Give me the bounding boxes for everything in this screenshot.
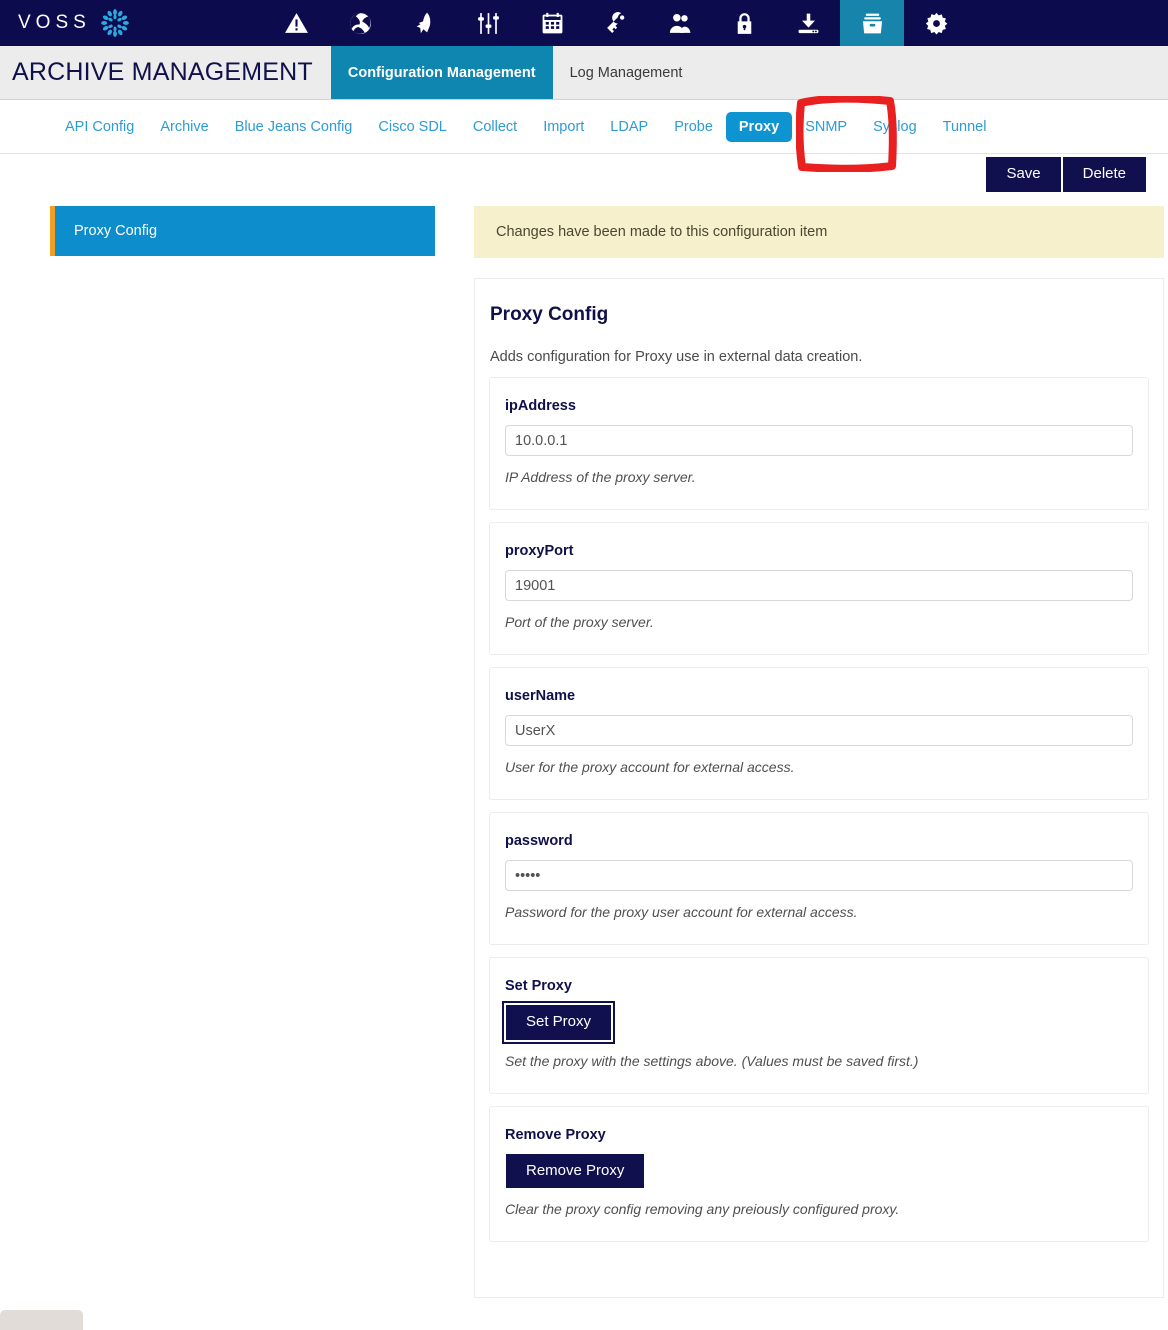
alert-message: Changes have been made to this configura…: [496, 224, 828, 240]
field-label-ipaddress: ipAddress: [505, 398, 576, 414]
subtab-collect[interactable]: Collect: [460, 112, 530, 142]
page-action-row: Save Delete: [0, 154, 1168, 196]
field-help-proxyport: Port of the proxy server.: [505, 614, 654, 630]
config-card-description: Adds configuration for Proxy use in exte…: [490, 349, 863, 365]
lock-icon[interactable]: [712, 0, 776, 46]
save-button[interactable]: Save: [986, 157, 1061, 192]
calendar-icon[interactable]: [520, 0, 584, 46]
config-subtab-bar: API Config Archive Blue Jeans Config Cis…: [0, 100, 1168, 154]
download-icon[interactable]: [776, 0, 840, 46]
main-content: Changes have been made to this configura…: [474, 206, 1164, 1298]
tab-log-management[interactable]: Log Management: [553, 46, 700, 99]
field-help-ipaddress: IP Address of the proxy server.: [505, 469, 696, 485]
subtab-cisco-sdl[interactable]: Cisco SDL: [365, 112, 460, 142]
key-icon[interactable]: [584, 0, 648, 46]
browser-download-chip[interactable]: [0, 1310, 83, 1330]
password-input[interactable]: [505, 860, 1133, 891]
globe-icon[interactable]: [328, 0, 392, 46]
set-proxy-button[interactable]: Set Proxy: [501, 1001, 616, 1044]
rocket-icon[interactable]: [392, 0, 456, 46]
archive-box-icon[interactable]: [840, 0, 904, 46]
application-title-bar: ARCHIVE MANAGEMENT Configuration Managem…: [0, 46, 1168, 100]
sidebar: Proxy Config: [0, 206, 435, 256]
nav-icon-group: [264, 0, 968, 46]
page-title: ARCHIVE MANAGEMENT: [12, 58, 313, 86]
subtab-syslog[interactable]: Syslog: [860, 112, 930, 142]
field-group-set-proxy: Set Proxy Set Proxy Set the proxy with t…: [489, 957, 1149, 1094]
subtab-snmp[interactable]: SNMP: [792, 112, 860, 142]
brand-logo[interactable]: VOSS: [18, 8, 228, 38]
ipaddress-input[interactable]: [505, 425, 1133, 456]
top-navigation-bar: VOSS: [0, 0, 1168, 46]
field-group-remove-proxy: Remove Proxy Remove Proxy Clear the prox…: [489, 1105, 1149, 1242]
field-group-proxyport: proxyPort Port of the proxy server.: [489, 522, 1149, 655]
warning-icon[interactable]: [264, 0, 328, 46]
username-input[interactable]: [505, 715, 1133, 746]
field-label-proxyport: proxyPort: [505, 543, 574, 559]
gear-icon[interactable]: [904, 0, 968, 46]
field-group-password: password Password for the proxy user acc…: [489, 812, 1149, 945]
field-group-username: userName User for the proxy account for …: [489, 667, 1149, 800]
proxyport-input[interactable]: [505, 570, 1133, 601]
subtab-ldap[interactable]: LDAP: [597, 112, 661, 142]
subtab-import[interactable]: Import: [530, 112, 597, 142]
changes-alert-banner: Changes have been made to this configura…: [474, 206, 1164, 258]
subtab-blue-jeans-config[interactable]: Blue Jeans Config: [222, 112, 366, 142]
brand-wordmark: VOSS: [18, 12, 91, 33]
field-label-password: password: [505, 833, 573, 849]
sidebar-item-proxy-config[interactable]: Proxy Config: [50, 206, 435, 256]
subtab-archive[interactable]: Archive: [147, 112, 221, 142]
field-help-password: Password for the proxy user account for …: [505, 904, 858, 920]
subtab-probe[interactable]: Probe: [661, 112, 726, 142]
field-help-set-proxy: Set the proxy with the settings above. (…: [505, 1052, 919, 1069]
field-help-remove-proxy: Clear the proxy config removing any prei…: [505, 1201, 900, 1217]
delete-button[interactable]: Delete: [1062, 157, 1146, 192]
field-label-username: userName: [505, 688, 576, 704]
users-icon[interactable]: [648, 0, 712, 46]
config-card-title: Proxy Config: [490, 304, 609, 325]
remove-proxy-button[interactable]: Remove Proxy: [506, 1153, 645, 1188]
field-label-set-proxy: Set Proxy: [505, 978, 572, 994]
tab-configuration-management[interactable]: Configuration Management: [330, 46, 553, 99]
subtab-api-config[interactable]: API Config: [52, 112, 147, 142]
proxy-config-card: Proxy Config Adds configuration for Prox…: [474, 278, 1164, 1298]
sidebar-item-label: Proxy Config: [74, 223, 158, 239]
field-group-ipaddress: ipAddress IP Address of the proxy server…: [489, 377, 1149, 510]
field-label-remove-proxy: Remove Proxy: [505, 1126, 606, 1143]
subtab-proxy[interactable]: Proxy: [725, 111, 793, 142]
subtab-tunnel[interactable]: Tunnel: [930, 112, 1000, 142]
field-help-username: User for the proxy account for external …: [505, 759, 795, 775]
sliders-icon[interactable]: [456, 0, 520, 46]
page-body: Proxy Config Changes have been made to t…: [0, 196, 1168, 1298]
voss-flower-logo-icon: [100, 8, 130, 38]
